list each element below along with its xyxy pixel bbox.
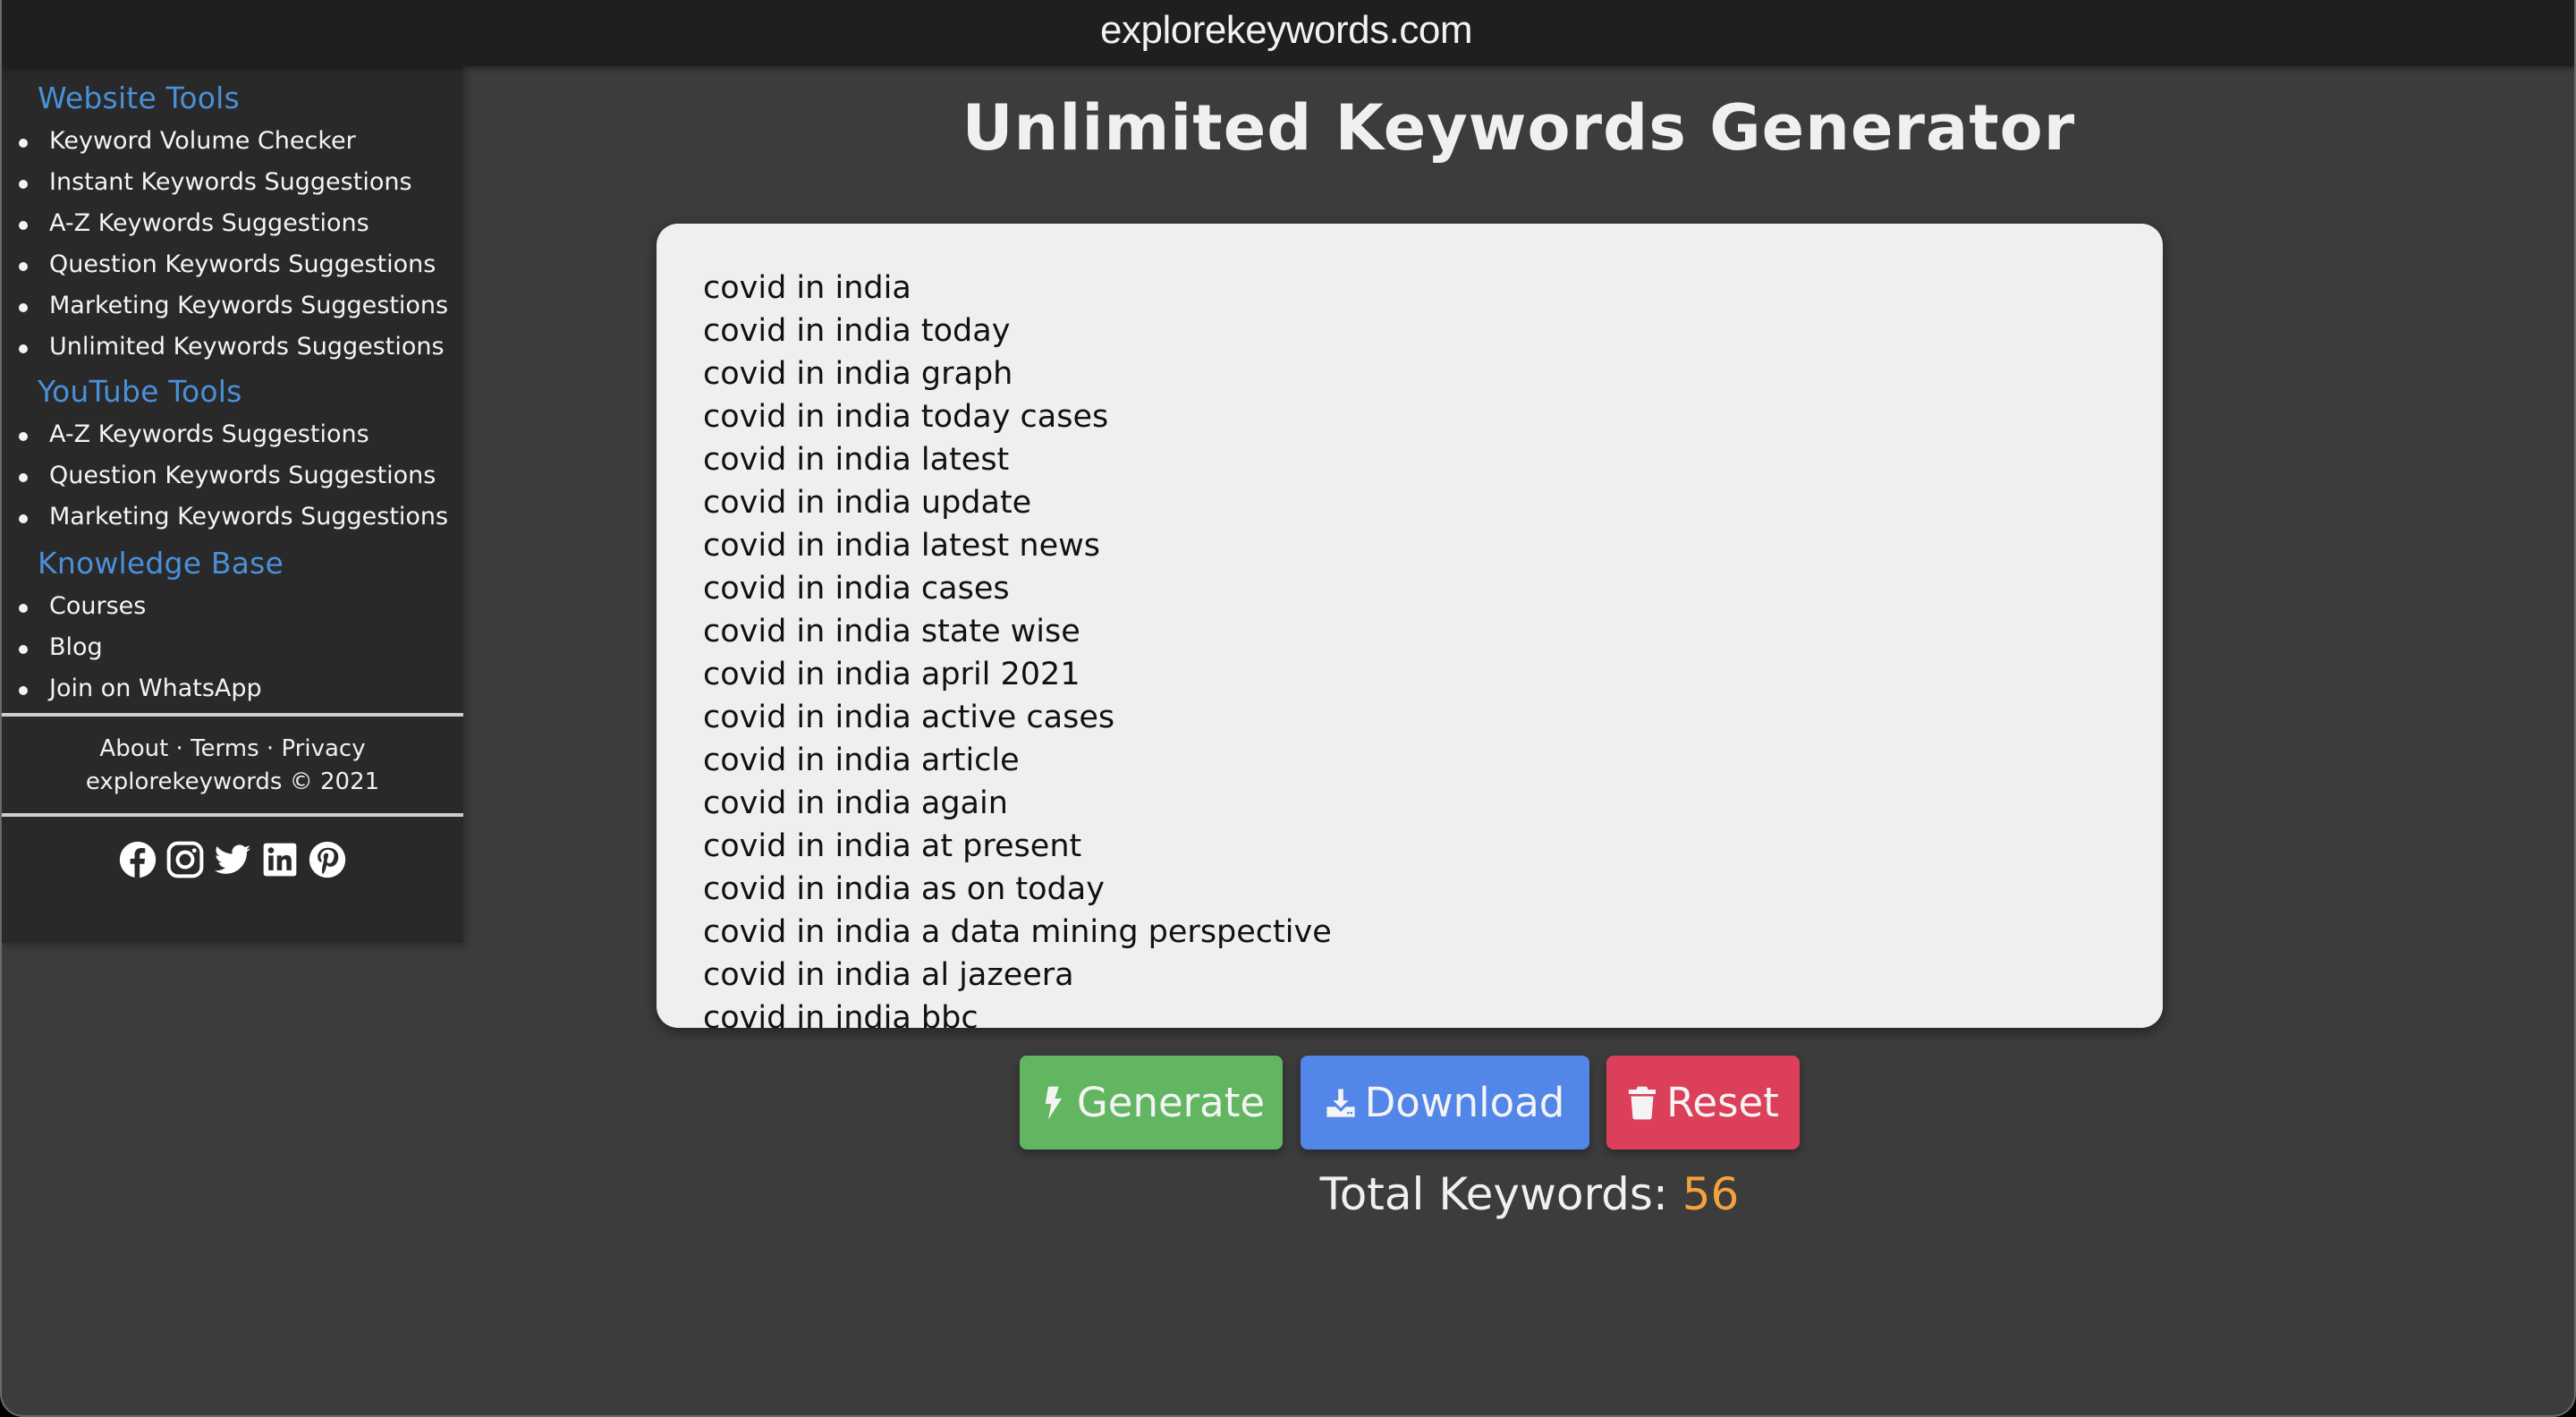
sidebar: Website Tools Keyword Volume Checker Ins… — [2, 66, 463, 943]
twitter-icon[interactable] — [213, 840, 252, 879]
privacy-link[interactable]: Privacy — [281, 735, 365, 762]
sidebar-item-whatsapp[interactable]: Join on WhatsApp — [2, 668, 463, 709]
website-tools-list: Keyword Volume Checker Instant Keywords … — [2, 121, 463, 368]
sidebar-item-unlimited-keywords[interactable]: Unlimited Keywords Suggestions — [2, 327, 463, 368]
sidebar-item-blog[interactable]: Blog — [2, 627, 463, 668]
sidebar-item-yt-marketing-keywords[interactable]: Marketing Keywords Suggestions — [2, 496, 463, 538]
reset-button-label: Reset — [1666, 1079, 1779, 1126]
sidebar-item-keyword-volume-checker[interactable]: Keyword Volume Checker — [2, 121, 463, 162]
about-link[interactable]: About — [99, 735, 168, 762]
browser-window: explorekeywords.com Website Tools Keywor… — [0, 0, 2576, 1417]
generate-button[interactable]: Generate — [1020, 1056, 1283, 1150]
sidebar-item-yt-az-keywords[interactable]: A-Z Keywords Suggestions — [2, 414, 463, 455]
reset-button[interactable]: Reset — [1606, 1056, 1800, 1150]
keywords-output-box — [657, 224, 2163, 1028]
top-bar: explorekeywords.com — [2, 0, 2574, 66]
page-title: Unlimited Keywords Generator — [962, 91, 2076, 165]
total-keywords: Total Keywords: 56 — [463, 1168, 2574, 1220]
footer-separator: · — [258, 735, 282, 762]
sidebar-item-instant-keywords[interactable]: Instant Keywords Suggestions — [2, 162, 463, 203]
generate-button-label: Generate — [1076, 1079, 1266, 1126]
bolt-icon — [1045, 1086, 1062, 1119]
sidebar-item-question-keywords[interactable]: Question Keywords Suggestions — [2, 244, 463, 285]
pinterest-icon[interactable] — [308, 840, 347, 879]
copyright-text: explorekeywords © 2021 — [85, 768, 380, 795]
footer-links-row: About · Terms · Privacy — [2, 733, 463, 766]
sidebar-heading-knowledge-base: Knowledge Base — [38, 546, 284, 581]
download-button[interactable]: Download — [1301, 1056, 1589, 1150]
action-buttons: Generate Download Reset — [2, 1056, 2574, 1150]
total-keywords-label: Total Keywords: — [1319, 1168, 1668, 1220]
instagram-icon[interactable] — [165, 840, 205, 879]
download-icon — [1326, 1088, 1355, 1117]
sidebar-item-yt-question-keywords[interactable]: Question Keywords Suggestions — [2, 455, 463, 496]
total-keywords-count: 56 — [1682, 1168, 1740, 1220]
sidebar-item-az-keywords[interactable]: A-Z Keywords Suggestions — [2, 203, 463, 244]
sidebar-item-marketing-keywords[interactable]: Marketing Keywords Suggestions — [2, 285, 463, 327]
download-button-label: Download — [1364, 1079, 1565, 1126]
youtube-tools-list: A-Z Keywords Suggestions Question Keywor… — [2, 414, 463, 538]
sidebar-item-courses[interactable]: Courses — [2, 586, 463, 627]
facebook-icon[interactable] — [118, 840, 157, 879]
sidebar-heading-website-tools: Website Tools — [38, 81, 240, 115]
footer-separator: · — [168, 735, 191, 762]
site-title-link[interactable]: explorekeywords.com — [1100, 8, 1473, 53]
sidebar-footer: About · Terms · Privacy explorekeywords … — [2, 717, 463, 813]
social-links — [2, 817, 463, 879]
sidebar-heading-youtube-tools: YouTube Tools — [38, 374, 242, 409]
linkedin-icon[interactable] — [260, 840, 300, 879]
keywords-textarea[interactable] — [657, 224, 2163, 1028]
trash-icon — [1629, 1086, 1657, 1119]
terms-link[interactable]: Terms — [191, 735, 259, 762]
knowledge-base-list: Courses Blog Join on WhatsApp — [2, 586, 463, 713]
